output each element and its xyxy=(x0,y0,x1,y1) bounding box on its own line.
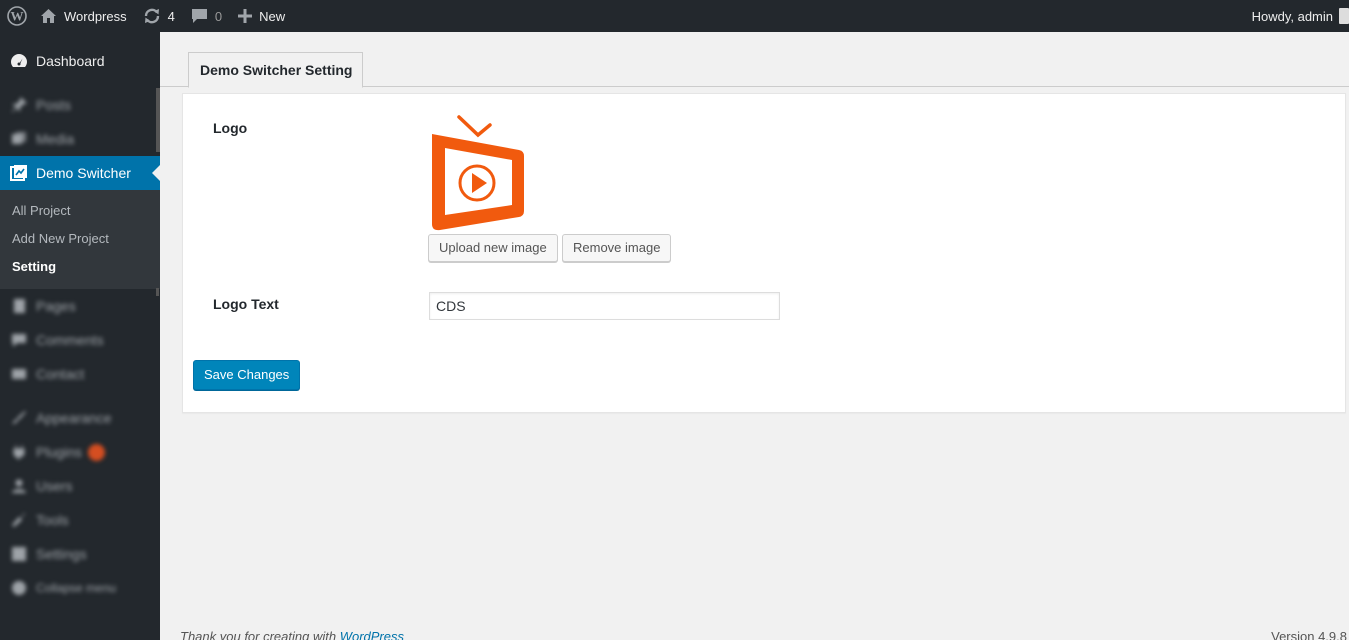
plugins-update-badge xyxy=(87,443,105,461)
comments-link[interactable]: 0 xyxy=(183,0,230,32)
new-label: New xyxy=(259,8,286,24)
plugin-icon xyxy=(9,442,29,462)
media-icon xyxy=(9,129,29,149)
greeting: Howdy, admin xyxy=(1251,8,1333,24)
sidebar-item-label: Settings xyxy=(36,546,87,562)
settings-panel: Logo Upload new image Remove image Logo … xyxy=(182,93,1346,413)
comment-bubble-icon xyxy=(191,9,207,23)
site-name-link[interactable]: Wordpress xyxy=(34,0,135,32)
avatar xyxy=(1339,8,1349,24)
sidebar-item-label: Dashboard xyxy=(36,53,105,69)
sidebar-item-appearance[interactable]: Appearance xyxy=(0,401,160,435)
main-content: Demo Switcher Setting Logo Upload new im… xyxy=(160,32,1349,640)
home-icon xyxy=(41,9,56,23)
footer-thanks-text: Thank you for creating with xyxy=(180,629,340,640)
collapse-icon xyxy=(9,578,29,598)
updates-icon xyxy=(144,8,159,24)
page-icon xyxy=(9,296,29,316)
save-changes-button[interactable]: Save Changes xyxy=(193,360,301,390)
sidebar-item-pages[interactable]: Pages xyxy=(0,289,160,323)
wordpress-logo-icon: W xyxy=(7,6,27,26)
svg-text:W: W xyxy=(11,9,24,24)
footer-thanks: Thank you for creating with WordPress xyxy=(180,629,404,640)
sidebar-item-label: Demo Switcher xyxy=(36,165,131,181)
brush-icon xyxy=(9,408,29,428)
wrench-icon xyxy=(9,510,29,530)
tab-demo-switcher-setting[interactable]: Demo Switcher Setting xyxy=(188,52,364,88)
submenu-item-all-project[interactable]: All Project xyxy=(0,197,160,225)
sidebar-item-media[interactable]: Media xyxy=(0,122,160,156)
comments-count: 0 xyxy=(214,8,223,24)
updates-link[interactable]: 4 xyxy=(135,0,183,32)
sidebar-item-label: Contact xyxy=(36,366,85,382)
sidebar-item-label: Appearance xyxy=(36,410,112,426)
upload-new-image-button[interactable]: Upload new image xyxy=(428,234,558,262)
sidebar-item-posts[interactable]: Posts xyxy=(0,88,160,122)
footer-version: Version 4.9.8 xyxy=(1271,629,1347,640)
sidebar-item-label: Users xyxy=(36,478,73,494)
new-content-link[interactable]: New xyxy=(230,0,293,32)
settings-icon xyxy=(9,544,29,564)
admin-bar: W Wordpress 4 0 New Howdy, admin xyxy=(0,0,1349,32)
pin-icon xyxy=(9,95,29,115)
sidebar-item-tools[interactable]: Tools xyxy=(0,503,160,537)
logo-label: Logo xyxy=(213,120,248,136)
sidebar-item-plugins[interactable]: Plugins xyxy=(0,435,160,469)
demo-switcher-submenu: All Project Add New Project Setting xyxy=(0,190,160,289)
sidebar-item-label: Pages xyxy=(36,298,76,314)
sidebar-item-label: Tools xyxy=(36,512,69,528)
updates-count: 4 xyxy=(167,8,175,24)
tv-play-logo-icon xyxy=(432,115,524,231)
sidebar-item-label: Plugins xyxy=(36,444,82,460)
sidebar-item-label: Comments xyxy=(36,332,104,348)
demo-switcher-icon xyxy=(9,163,29,183)
comment-icon xyxy=(9,330,29,350)
sidebar-item-settings[interactable]: Settings xyxy=(0,537,160,571)
dashboard-icon xyxy=(9,51,29,71)
logo-preview xyxy=(428,115,528,233)
my-account-menu[interactable]: Howdy, admin xyxy=(1244,0,1349,32)
sidebar-collapse-menu[interactable]: Collapse menu xyxy=(0,571,160,605)
submenu-item-add-new-project[interactable]: Add New Project xyxy=(0,225,160,253)
sidebar-item-label: Posts xyxy=(36,97,72,113)
wordpress-link[interactable]: WordPress xyxy=(340,629,404,640)
mail-icon xyxy=(9,364,29,384)
sidebar-scroll-marker xyxy=(156,288,159,296)
site-name: Wordpress xyxy=(64,8,127,24)
logo-text-label: Logo Text xyxy=(213,296,279,312)
sidebar-item-demo-switcher[interactable]: Demo Switcher xyxy=(0,156,160,190)
remove-image-button[interactable]: Remove image xyxy=(562,234,672,262)
sidebar-item-comments[interactable]: Comments xyxy=(0,323,160,357)
sidebar-item-users[interactable]: Users xyxy=(0,469,160,503)
sidebar-item-contact[interactable]: Contact xyxy=(0,357,160,391)
logo-text-input[interactable]: CDS xyxy=(429,292,780,320)
sidebar-item-dashboard[interactable]: Dashboard xyxy=(0,44,160,78)
wordpress-logo-button[interactable]: W xyxy=(0,0,34,32)
user-icon xyxy=(9,476,29,496)
sidebar-item-label: Collapse menu xyxy=(36,581,117,595)
sidebar-item-label: Media xyxy=(36,131,75,147)
submenu-item-setting[interactable]: Setting xyxy=(0,253,160,281)
settings-tabs: Demo Switcher Setting xyxy=(160,52,1349,88)
plus-icon xyxy=(238,9,253,23)
admin-sidebar: Dashboard Posts Media Demo Switcher All … xyxy=(0,32,160,640)
